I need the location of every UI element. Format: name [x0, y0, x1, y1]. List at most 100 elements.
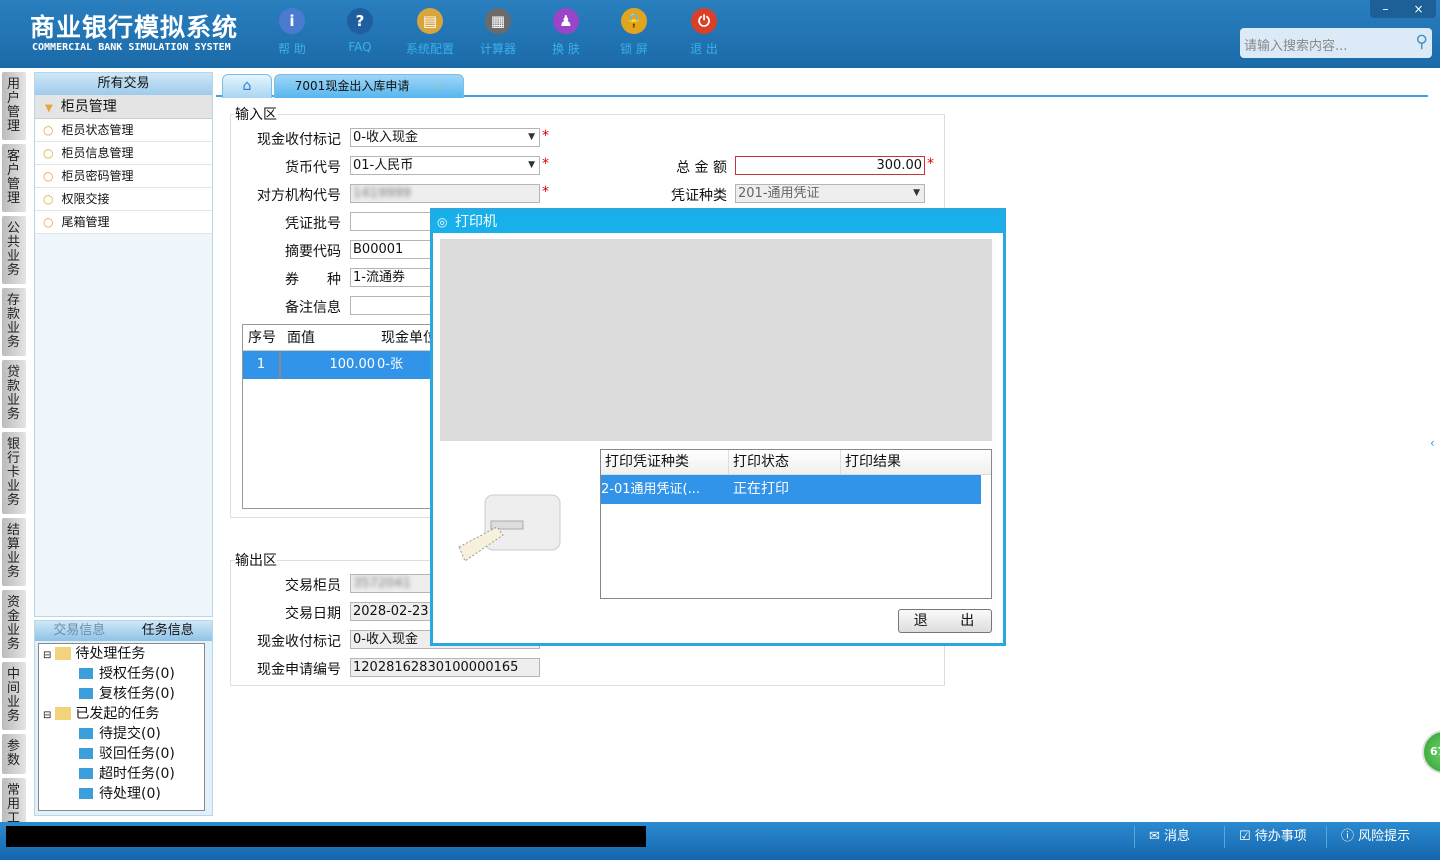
messages-label: 消息 — [1164, 829, 1191, 844]
vtab-4[interactable]: 贷款业务 — [2, 360, 26, 428]
search-icon[interactable]: ⚲ — [1416, 32, 1428, 52]
dropdown-arrow-icon[interactable]: ▼ — [528, 157, 535, 174]
nav-item-label: 柜员状态管理 — [61, 123, 134, 137]
tab-home[interactable]: ⌂ — [222, 74, 272, 98]
vertical-tabs: 用户管理 客户管理 公共业务 存款业务 贷款业务 银行卡业务 结算业务 资金业务 中间业务 参数常… — [2, 72, 28, 850]
exit-button[interactable]: 退 出 — [898, 609, 992, 633]
table-row[interactable]: 1 100.00 0-张 — [243, 351, 441, 379]
dropdown-arrow-icon[interactable]: ▼ — [528, 129, 535, 146]
nav-item[interactable]: ○ 柜员状态管理 — [35, 119, 212, 142]
vtab-0[interactable]: 用户管理 — [2, 72, 26, 140]
nav-item[interactable]: ○ 尾箱管理 — [35, 211, 212, 234]
field-label: 现金申请编号 — [257, 662, 341, 678]
toolbar-info-button[interactable]: i 帮 助 — [262, 8, 322, 57]
col-header-type: 打印凭证种类 — [601, 450, 729, 474]
vtab-label: 客户管理 — [7, 149, 21, 206]
nav-header[interactable]: 所有交易 — [35, 73, 212, 95]
field-label: 凭证批号 — [285, 216, 341, 232]
close-button[interactable]: × — [1413, 0, 1423, 18]
toolbar-help-button[interactable]: ? FAQ — [330, 8, 390, 54]
toolbar-skin-button[interactable]: ♟ 换 肤 — [536, 8, 596, 57]
print-job-table: 打印凭证种类 打印状态 打印结果 2-01通用凭证(... 正在打印 — [600, 449, 992, 599]
task-panel: 交易信息 任务信息 ⊟ 待处理任务授权任务(0) 复核任务(0) ⊟ 已发起的任务 待提交… — [34, 620, 213, 816]
folder-icon — [79, 688, 93, 699]
tree-leaf[interactable]: 待处理(0) — [39, 784, 204, 804]
tree-leaf-label: 授权任务(0) — [99, 666, 175, 682]
vtab-label: 贷款业务 — [7, 365, 21, 422]
home-icon: ⌂ — [242, 78, 252, 94]
tab-task-info[interactable]: 任务信息 — [124, 621, 213, 641]
search-input[interactable]: 请输入搜索内容... ⚲ — [1240, 28, 1432, 58]
toolbar-power-button[interactable]: ⏻ 退 出 — [674, 8, 734, 57]
nav-item[interactable]: ○ 柜员信息管理 — [35, 142, 212, 165]
vtab-label: 银行卡业务 — [7, 437, 21, 508]
minimize-button[interactable]: – — [1382, 0, 1388, 18]
vtab-6[interactable]: 结算业务 — [2, 518, 26, 586]
dialog-title: 打印机 — [455, 214, 497, 230]
messages-button[interactable]: ✉ 消息 — [1134, 826, 1224, 848]
nav-item[interactable]: ○ 权限交接 — [35, 188, 212, 211]
field-label: 交易日期 — [285, 606, 341, 622]
risk-button[interactable]: ⓘ 风险提示 — [1326, 826, 1440, 848]
collapse-icon[interactable]: ⊟ — [43, 710, 51, 721]
col-header-status: 打印状态 — [729, 450, 841, 474]
power-icon: ⏻ — [691, 8, 717, 34]
vtab-7[interactable]: 资金业务 — [2, 590, 26, 658]
field-label: 货币代号 — [285, 160, 341, 176]
toolbar-calculator-button[interactable]: ▦ 计算器 — [468, 8, 528, 57]
voucher-type-select[interactable]: 201-通用凭证 ▼ — [735, 184, 925, 203]
grid-cell: 100.00 — [329, 357, 376, 372]
total-amount-input[interactable]: 300.00 — [735, 156, 925, 175]
tab-transaction-info[interactable]: 交易信息 — [35, 621, 124, 641]
tree-node[interactable]: ⊟ 待处理任务 — [39, 644, 204, 664]
tree-leaf[interactable]: 复核任务(0) — [39, 684, 204, 704]
collapse-icon[interactable]: ⊟ — [43, 650, 51, 661]
job-status: 正在打印 — [733, 481, 789, 497]
tree-node[interactable]: ⊟ 已发起的任务 — [39, 704, 204, 724]
vtab-8[interactable]: 中间业务 — [2, 662, 26, 730]
collapse-arrow-icon[interactable]: ‹ — [1430, 436, 1435, 450]
folder-icon — [79, 668, 93, 679]
required-marker: * — [542, 184, 549, 200]
vtab-1[interactable]: 客户管理 — [2, 144, 26, 212]
cash-flag-select[interactable]: 0-收入现金 ▼ — [350, 128, 540, 147]
vtab-9[interactable]: 参数 — [2, 734, 26, 774]
tab-close-icon[interactable]: × — [433, 79, 443, 93]
tree-leaf[interactable]: 授权任务(0) — [39, 664, 204, 684]
nav-group-teller[interactable]: ▼ 柜员管理 — [35, 95, 212, 119]
toolbar-label: 换 肤 — [552, 42, 580, 56]
bullet-icon: ○ — [43, 123, 54, 137]
field-label: 交易柜员 — [285, 578, 341, 594]
vtab-3[interactable]: 存款业务 — [2, 288, 26, 356]
folder-open-icon — [55, 647, 72, 660]
tree-leaf[interactable]: 超时任务(0) — [39, 764, 204, 784]
toolbox-icon: ▤ — [417, 8, 443, 34]
status-message-bar — [6, 826, 646, 847]
grid-header-face: 面值 — [287, 330, 315, 346]
nav-item[interactable]: ○ 柜员密码管理 — [35, 165, 212, 188]
task-tree: ⊟ 待处理任务授权任务(0) 复核任务(0) ⊟ 已发起的任务 待提交(0) 驳回任务(0)… — [38, 643, 205, 811]
printer-illustration-icon — [458, 494, 561, 562]
input-area-legend: 输入区 — [235, 107, 277, 123]
currency-select[interactable]: 01-人民币 ▼ — [350, 156, 540, 175]
vtab-2[interactable]: 公共业务 — [2, 216, 26, 284]
counter-org-input[interactable]: 1419999 — [350, 184, 540, 203]
dropdown-arrow-icon[interactable]: ▼ — [913, 185, 920, 202]
vtab-label: 资金业务 — [7, 595, 21, 652]
tree-leaf[interactable]: 驳回任务(0) — [39, 744, 204, 764]
apply-no-output[interactable]: 12028162830100000165 — [350, 658, 540, 677]
required-marker: * — [542, 128, 549, 144]
toolbar-lock-button[interactable]: 🔒 锁 屏 — [604, 8, 664, 57]
calculator-icon: ▦ — [485, 8, 511, 34]
toolbar-toolbox-button[interactable]: ▤ 系统配置 — [400, 8, 460, 57]
todo-label: 待办事项 — [1254, 829, 1307, 844]
field-value: 0-收入现金 — [353, 632, 418, 647]
tab-7001[interactable]: 7001现金出入库申请 × — [274, 74, 464, 98]
col-header-result: 打印结果 — [845, 454, 901, 470]
todo-button[interactable]: ☑ 待办事项 — [1224, 826, 1324, 848]
tree-leaf[interactable]: 待提交(0) — [39, 724, 204, 744]
vtab-5[interactable]: 银行卡业务 — [2, 432, 26, 514]
table-row[interactable]: 2-01通用凭证(... 正在打印 — [601, 475, 981, 504]
nav-item-label: 尾箱管理 — [61, 215, 110, 229]
vtab-label: 参数 — [7, 739, 21, 768]
